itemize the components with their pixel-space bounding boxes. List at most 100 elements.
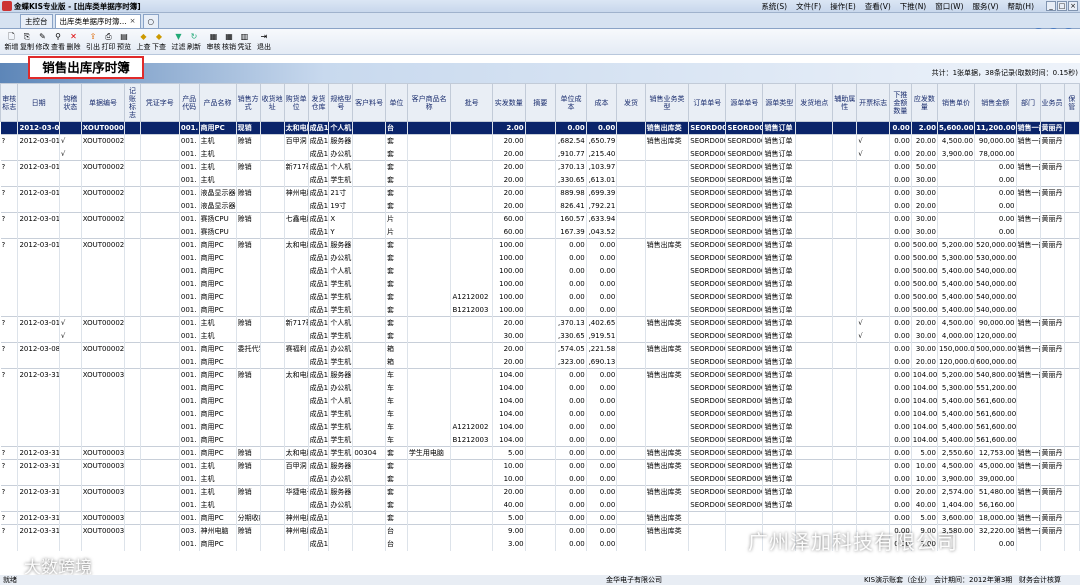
column-header[interactable]: 客户料号 (352, 83, 387, 122)
column-header[interactable]: 产品名称 (198, 83, 237, 122)
column-header[interactable]: 单位成本 (555, 83, 587, 122)
table-row[interactable]: 001.主机成品1号办公机套10.000.000.00SEORD00010SEO… (0, 472, 1080, 486)
column-header[interactable]: 批号 (450, 83, 493, 122)
column-header[interactable]: 产品代码 (178, 83, 200, 122)
approve-button[interactable]: ▦ 审核 (206, 29, 221, 55)
export-button[interactable]: ⇪ 引出 (86, 29, 101, 55)
table-row[interactable]: ?2012-03-31 XOUT000032 001.主机赊销 百甲洞成品1号服务器 套… (0, 459, 1080, 473)
column-header[interactable]: 销售单价 (936, 83, 976, 122)
table-row[interactable]: 001.主机 成品1号学生机 套 20.00 ,330.65,613.01 SEORD00… (0, 173, 1080, 187)
column-header[interactable]: 记账标志 (124, 83, 141, 122)
menu-window[interactable]: 窗口(W) (935, 1, 963, 12)
column-header[interactable]: 购货单位 (283, 83, 309, 122)
column-header[interactable]: 日期 (17, 83, 60, 122)
table-row[interactable]: ?2012-03-01 XOUT000026 001.赛扬CPU赊销 七鑫电脑成品1号… (0, 212, 1080, 226)
preview-button[interactable]: ▤ 预览 (117, 29, 132, 55)
table-row[interactable]: ?2012-03-01 XOUT000027 001.商用PC赊销 太和电脑成品1号服… (0, 238, 1080, 252)
menu-service[interactable]: 服务(V) (973, 1, 999, 12)
refresh-button[interactable]: ↻ 刷新 (187, 29, 202, 55)
column-header[interactable]: 发货仓库 (307, 83, 330, 122)
column-header[interactable]: 下推金额数量 (888, 83, 912, 122)
column-header[interactable]: 开票标志 (856, 83, 890, 122)
maximize-icon[interactable]: □ (1057, 1, 1067, 11)
column-header[interactable]: 凭证字号 (139, 83, 180, 122)
menu-help[interactable]: 帮助(H) (1008, 1, 1035, 12)
table-row[interactable]: 001.主机成品1号办公机套40.000.000.00SEORD00019SEO… (0, 498, 1080, 512)
table-cell (450, 147, 493, 161)
table-row[interactable]: 001.商用PC成品1号学生机套100.000.000.00SEORD00005… (0, 277, 1080, 291)
table-row[interactable]: 001.商用PC 成品1号学生机 箱 20.00 ,323.00,690.13 SEORD… (0, 355, 1080, 369)
menu-view[interactable]: 查看(V) (865, 1, 891, 12)
lookup-up-button[interactable]: ◆ 上查 (136, 29, 151, 55)
column-header[interactable]: 规格型号 (328, 83, 354, 122)
table-row[interactable]: 001.液晶显示器 成品1号19寸 套 20.00 826.41,792.21 SEORD… (0, 199, 1080, 213)
writeoff-button[interactable]: ▦ 核销 (222, 29, 237, 55)
table-row[interactable]: 001.商用PC成品1号办公机车104.000.000.00SEORD00005… (0, 381, 1080, 395)
view-button[interactable]: ⚲ 查看 (51, 29, 66, 55)
print-button[interactable]: ⎙ 打印 (101, 29, 116, 55)
table-row[interactable]: 2012-03-01 XOUT000023 001.商用PC现销 太和电脑成品1号个人… (0, 121, 1080, 135)
column-header[interactable]: 应发数量 (910, 83, 938, 122)
menu-edit[interactable]: 操作(E) (830, 1, 856, 12)
delete-button[interactable]: ✕ 删除 (66, 29, 81, 55)
column-header[interactable]: 保管 (1063, 83, 1080, 122)
column-header[interactable]: 实发数量 (491, 83, 526, 122)
table-row[interactable]: 001.商用PC成品1号个人机车104.000.000.00SEORD00005… (0, 394, 1080, 408)
minimize-icon[interactable]: _ (1046, 1, 1056, 11)
lookup-down-button[interactable]: ◆ 下查 (152, 29, 167, 55)
column-header[interactable]: 源单单号 (725, 83, 764, 122)
menu-file[interactable]: 文件(F) (796, 1, 821, 12)
column-header[interactable]: 单位 (385, 83, 408, 122)
table-row[interactable]: √ 001.主机 成品1号办公机 套 20.00 ,910.77,215.40 SEORD0… (0, 147, 1080, 161)
exit-button[interactable]: ⇥ 退出 (257, 29, 272, 55)
column-header[interactable]: 业务员 (1039, 83, 1065, 122)
tab-outbound-list[interactable]: 出库类单据序时簿... × (54, 14, 141, 28)
column-header[interactable]: 客户商品名称 (406, 83, 452, 122)
table-row[interactable]: 001.商用PC成品1号个人机套100.000.000.00SEORD00005… (0, 264, 1080, 278)
table-row[interactable]: ?2012-03-01 XOUT000024 001.主机赊销 新717研成品1号个人… (0, 160, 1080, 174)
column-header[interactable]: 销售方式 (235, 83, 261, 122)
table-row[interactable]: ?2012-03-01√XOUT000023001.主机赊销百甲洞成品1号服务器… (0, 134, 1080, 148)
table-row[interactable]: 001.商用PC成品1号学生机套A1212002100.000.000.00SE… (0, 290, 1080, 304)
column-header[interactable]: 销售业务类型 (644, 83, 690, 122)
menu-system[interactable]: 系统(S) (761, 1, 787, 12)
table-row[interactable]: √ 001.主机 成品1号学生机 套 30.00 ,330.65,919.51 SEORD0… (0, 329, 1080, 343)
close-icon[interactable]: × (1068, 1, 1078, 11)
menu-push[interactable]: 下推(N) (900, 1, 926, 12)
copy-button[interactable]: ⎘ 复制 (20, 29, 35, 55)
filter-button[interactable]: ▼ 过滤 (171, 29, 186, 55)
column-header[interactable]: 单据编号 (80, 83, 126, 122)
column-header[interactable]: 钩稽状态 (58, 83, 82, 122)
table-row[interactable]: ?2012-03-31XOUT000031001.商用PC赊销太和电脑成品1号学… (0, 446, 1080, 460)
table-row[interactable]: ?2012-03-31 XOUT000030 001.商用PC赊销 太和电脑成品1号服… (0, 368, 1080, 382)
column-header[interactable]: 发货地点 (795, 83, 834, 122)
column-header[interactable]: 审核标志 (0, 83, 19, 122)
column-header[interactable]: 发货 (616, 83, 646, 122)
column-header[interactable]: 收货地址 (259, 83, 285, 122)
table-row[interactable]: 001.商用PC成品1号学生机车B1212003104.000.000.00SE… (0, 433, 1080, 447)
table-row[interactable]: ?2012-03-01√XOUT000024A001.主机赊销新717研成品1号… (0, 316, 1080, 330)
table-row[interactable]: 001.赛扬CPU 成品1号Y 片 60.00 167.39,043.52 SEORD00… (0, 225, 1080, 239)
voucher-button[interactable]: ▥ 凭证 (237, 29, 252, 55)
table-row[interactable]: 001.商用PC成品1号办公机套100.000.000.00SEORD00005… (0, 251, 1080, 265)
table-row[interactable]: 001.商用PC成品1号学生机车104.000.000.00SEORD00005… (0, 407, 1080, 421)
table-row[interactable]: 001.商用PC成品1号学生机车A1212002104.000.000.00SE… (0, 420, 1080, 434)
edit-button[interactable]: ✎ 修改 (35, 29, 50, 55)
column-header[interactable]: 成本 (585, 83, 618, 122)
column-header[interactable]: 销售金额 (974, 83, 1017, 122)
new-tab-icon[interactable]: ○ (142, 14, 160, 28)
column-header[interactable]: 摘要 (524, 83, 557, 122)
column-header[interactable]: 订单单号 (688, 83, 727, 122)
new-button[interactable]: 🗋 新增 (4, 29, 19, 55)
column-header[interactable]: 辅助属性 (832, 83, 858, 122)
close-tab-icon[interactable]: × (130, 15, 136, 28)
table-row[interactable]: ?2012-03-08 XOUT000029 001.商用PC委托代销 赛福利成品1号… (0, 342, 1080, 356)
table-row[interactable]: ?2012-03-31 XOUT000034 001.商用PC分期收款 神州电脑成品1… (0, 511, 1080, 525)
tab-main-console[interactable]: 主控台 (20, 14, 53, 28)
table-row[interactable]: ?2012-03-01 XOUT000025 001.液晶显示器赊销 神州电脑成品1号… (0, 186, 1080, 200)
column-header[interactable]: 部门 (1015, 83, 1041, 122)
data-grid[interactable]: 审核标志 日期 钩稽状态 单据编号 记账标志 凭证字号 产品代码 产品名称 销售方式 收货地址 购货… (0, 83, 1080, 575)
table-row[interactable]: 001.商用PC成品1号学生机套B1212003100.000.000.00SE… (0, 303, 1080, 317)
column-header[interactable]: 源单类型 (762, 83, 797, 122)
table-row[interactable]: ?2012-03-31 XOUT000033 001.主机赊销 华捷电子成品1号服务器… (0, 485, 1080, 499)
